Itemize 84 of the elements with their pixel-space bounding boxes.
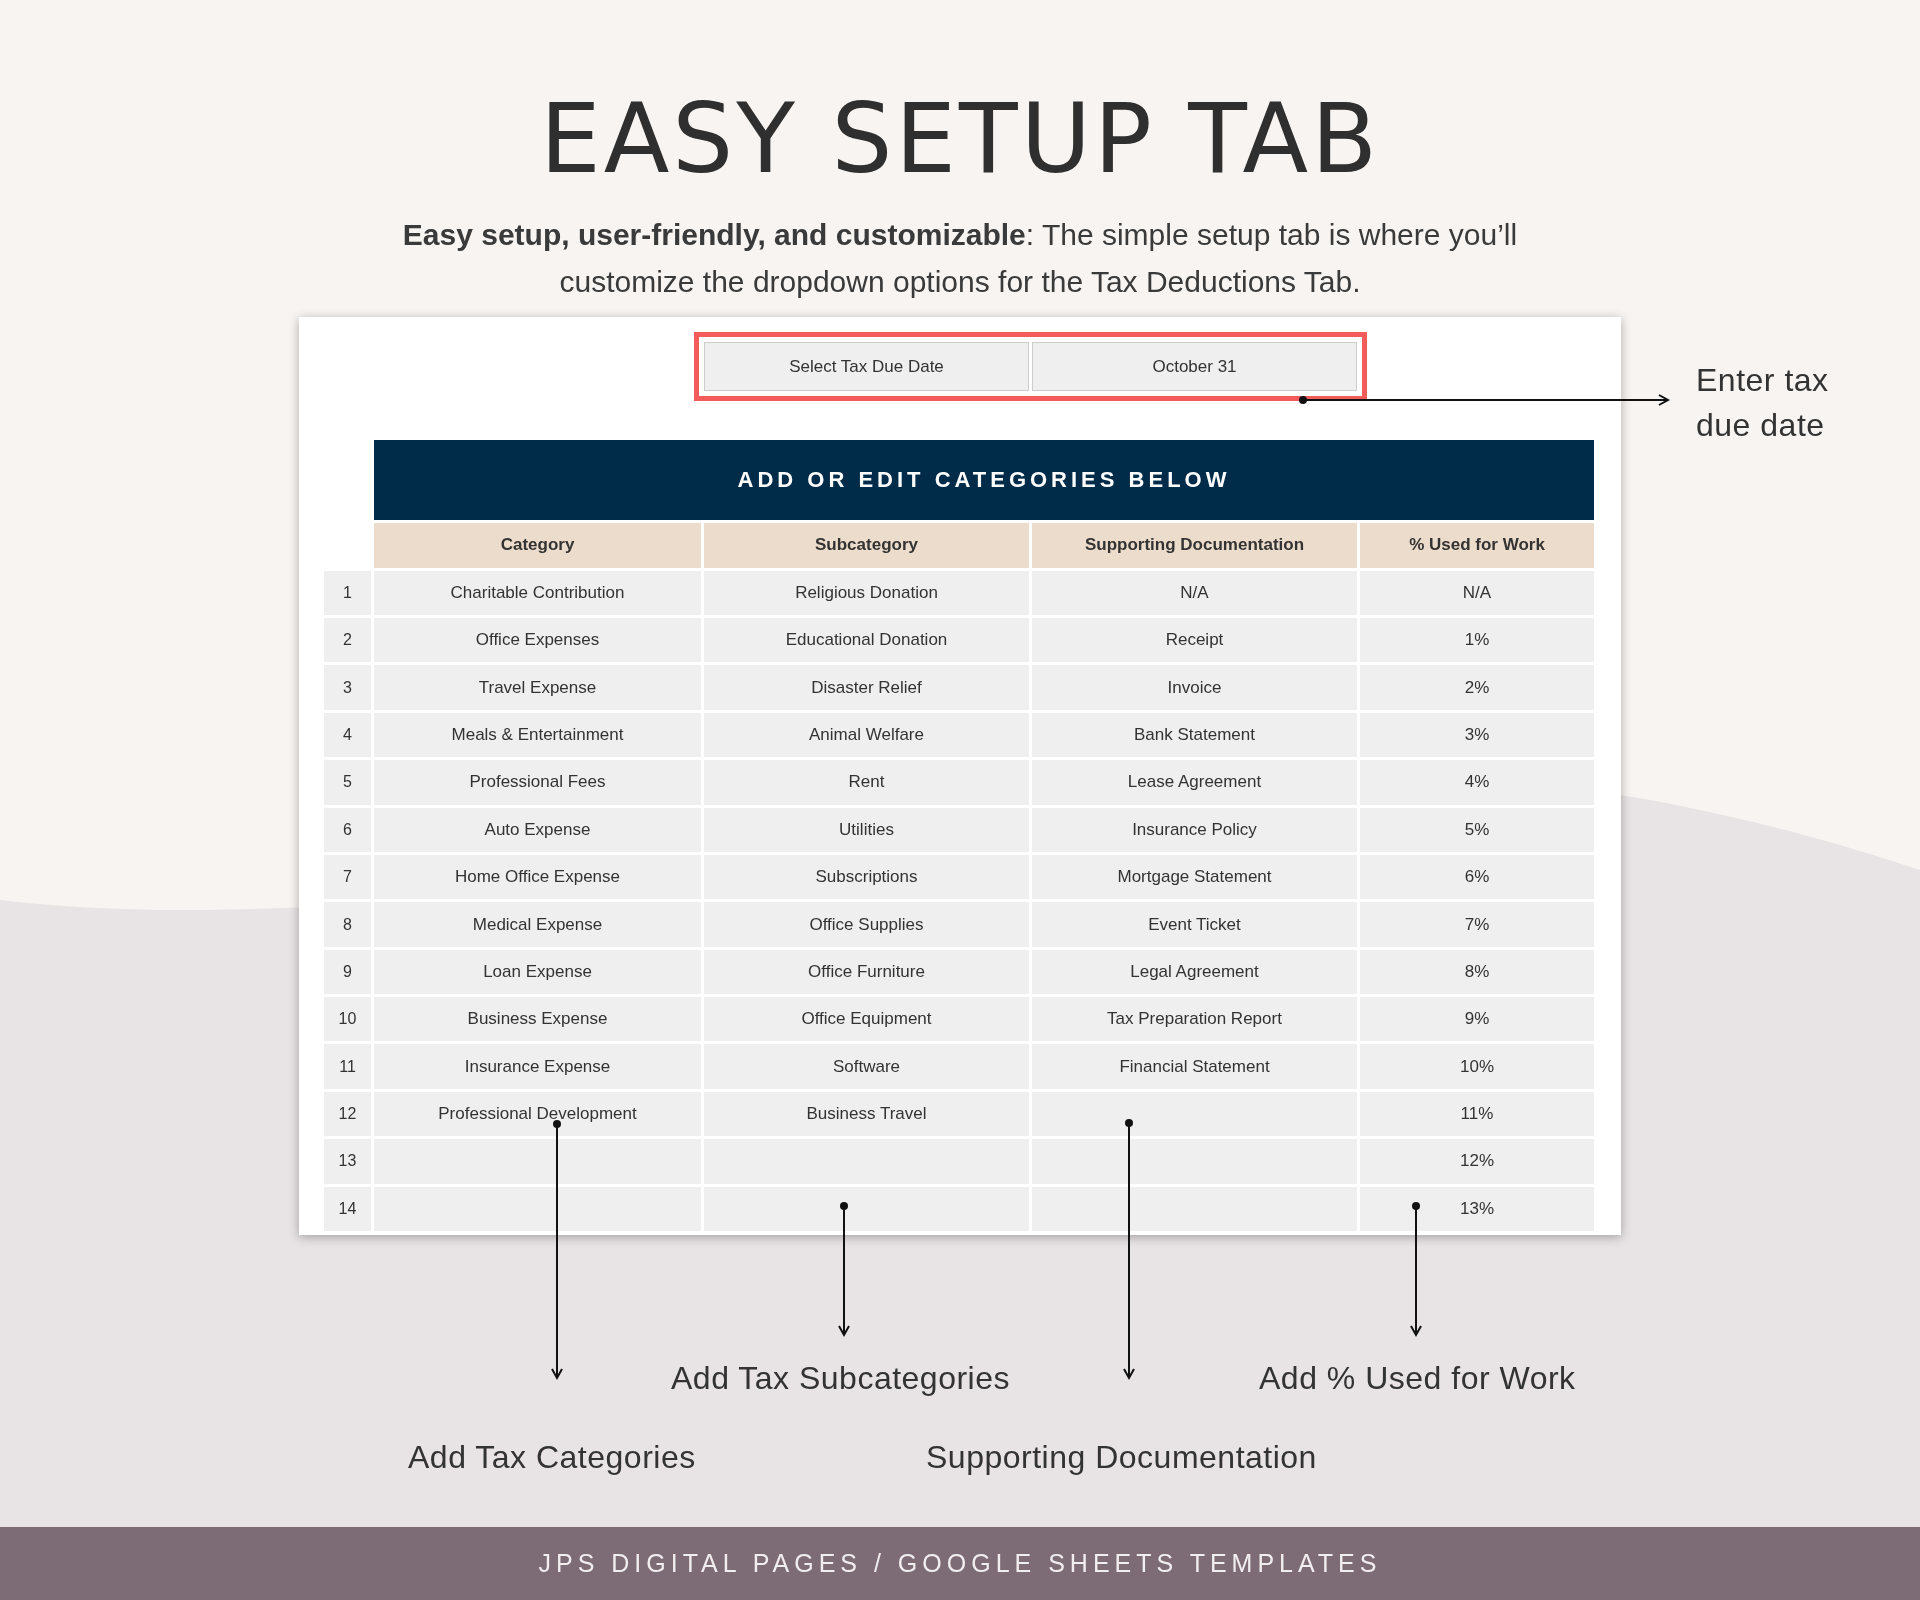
table-cell[interactable]: Home Office Expense	[374, 854, 701, 900]
table-cell[interactable]: Rent	[704, 760, 1029, 805]
table-cell[interactable]: Charitable Contribution	[374, 570, 701, 615]
table-cell[interactable]: Office Equipment	[704, 997, 1029, 1042]
table-cell[interactable]: 9%	[1360, 997, 1594, 1042]
table-cell[interactable]: 5%	[1360, 807, 1594, 852]
date-label: Select Tax Due Date	[704, 342, 1029, 392]
row-number: 3	[324, 665, 371, 710]
table-cell[interactable]: N/A	[1360, 570, 1594, 615]
empty-cell[interactable]	[1032, 1091, 1357, 1137]
row-number: 5	[324, 760, 371, 805]
subtitle: Easy setup, user-friendly, and customizable: The simple setup tab is where you’ll customize the dropdown options for the Tax Deductions Tab.	[401, 217, 1519, 301]
column-header: % Used for Work	[1360, 523, 1594, 568]
table-cell[interactable]: Insurance Expense	[374, 1044, 701, 1089]
empty-cell[interactable]	[1032, 1186, 1357, 1232]
table-cell[interactable]: 10%	[1360, 1044, 1594, 1089]
table-cell[interactable]: 3%	[1360, 712, 1594, 758]
row-number: 12	[324, 1091, 371, 1137]
table-cell[interactable]: Subscriptions	[704, 854, 1029, 900]
table-cell[interactable]: Legal Agreement	[1032, 949, 1357, 995]
table-cell[interactable]: 2%	[1360, 665, 1594, 710]
table-cell[interactable]: Insurance Policy	[1032, 807, 1357, 852]
table-cell[interactable]: Educational Donation	[704, 617, 1029, 663]
table-cell[interactable]: 6%	[1360, 854, 1594, 900]
table-cell[interactable]: Business Expense	[374, 997, 701, 1042]
table-cell[interactable]: Loan Expense	[374, 949, 701, 995]
date-value-field[interactable]: October 31	[1032, 342, 1357, 392]
table-cell[interactable]: Professional Fees	[374, 760, 701, 805]
row-number: 11	[324, 1044, 371, 1089]
table-cell[interactable]: Office Expenses	[374, 617, 701, 663]
row-number: 8	[324, 902, 371, 947]
empty-cell[interactable]	[374, 1139, 701, 1184]
table-cell[interactable]: Auto Expense	[374, 807, 701, 852]
row-number: 1	[324, 570, 371, 615]
table-cell[interactable]: 1%	[1360, 617, 1594, 663]
table-cell[interactable]: Meals & Entertainment	[374, 712, 701, 758]
table-cell[interactable]: 4%	[1360, 760, 1594, 805]
table-cell[interactable]: Tax Preparation Report	[1032, 997, 1357, 1042]
table-cell[interactable]: Event Ticket	[1032, 902, 1357, 947]
table-cell[interactable]: Professional Development	[374, 1091, 701, 1137]
empty-cell[interactable]	[374, 1186, 701, 1232]
table-cell[interactable]: Disaster Relief	[704, 665, 1029, 710]
table-cell[interactable]: Financial Statement	[1032, 1044, 1357, 1089]
row-number: 2	[324, 617, 371, 663]
table-cell[interactable]: 12%	[1360, 1139, 1594, 1184]
row-number: 7	[324, 854, 371, 900]
column-header: Supporting Documentation	[1032, 523, 1357, 568]
row-number: 10	[324, 997, 371, 1042]
row-number: 13	[324, 1139, 371, 1184]
row-number: 4	[324, 712, 371, 758]
empty-cell[interactable]	[1032, 1139, 1357, 1184]
annotation-label: Add Tax Categories	[408, 1438, 697, 1477]
annotation-label: Enter tax due date	[1696, 361, 1830, 445]
table-cell[interactable]: 8%	[1360, 949, 1594, 995]
row-number: 9	[324, 949, 371, 995]
table-cell[interactable]: Animal Welfare	[704, 712, 1029, 758]
footer-text: JPS DIGITAL PAGES / GOOGLE SHEETS TEMPLATES	[538, 1549, 1382, 1578]
table-cell[interactable]: Invoice	[1032, 665, 1357, 710]
table-cell[interactable]: 11%	[1360, 1091, 1594, 1137]
table-cell[interactable]: Utilities	[704, 807, 1029, 852]
table-cell[interactable]: 13%	[1360, 1186, 1594, 1232]
table-cell[interactable]: Business Travel	[704, 1091, 1029, 1137]
table-cell[interactable]: Medical Expense	[374, 902, 701, 947]
table-cell[interactable]: Office Supplies	[704, 902, 1029, 947]
table-cell[interactable]: Receipt	[1032, 617, 1357, 663]
table-cell[interactable]: 7%	[1360, 902, 1594, 947]
row-number: 6	[324, 807, 371, 852]
table-cell[interactable]: N/A	[1032, 570, 1357, 615]
table-cell[interactable]: Office Furniture	[704, 949, 1029, 995]
section-banner: ADD OR EDIT CATEGORIES BELOW	[374, 440, 1594, 521]
row-number: 14	[324, 1186, 371, 1232]
table-cell[interactable]: Lease Agreement	[1032, 760, 1357, 805]
column-header: Subcategory	[704, 523, 1029, 568]
annotation-label: Add Tax Subcategories	[671, 1359, 1011, 1398]
empty-cell[interactable]	[704, 1186, 1029, 1232]
annotation-label: Supporting Documentation	[926, 1438, 1318, 1477]
table-cell[interactable]: Software	[704, 1044, 1029, 1089]
column-header: Category	[374, 523, 701, 568]
table-cell[interactable]: Religious Donation	[704, 570, 1029, 615]
table-cell[interactable]: Mortgage Statement	[1032, 854, 1357, 900]
table-cell[interactable]: Travel Expense	[374, 665, 701, 710]
table-cell[interactable]: Bank Statement	[1032, 712, 1357, 758]
page-title: EASY SETUP TAB	[539, 82, 1380, 197]
annotation-label: Add % Used for Work	[1259, 1359, 1577, 1398]
